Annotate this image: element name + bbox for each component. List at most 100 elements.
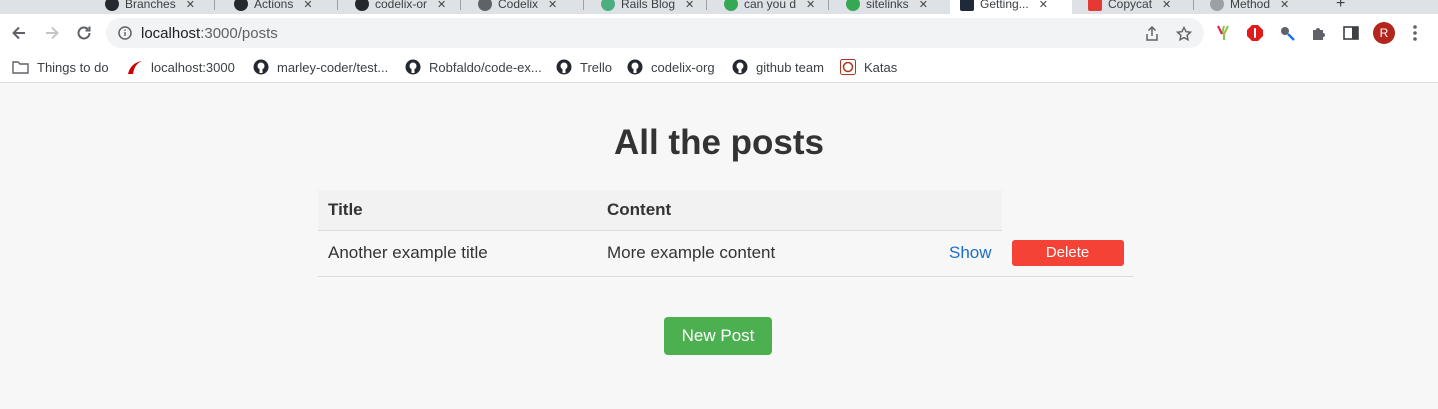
new-tab-button[interactable]: + bbox=[1326, 0, 1355, 14]
bookmark-label: Katas bbox=[864, 59, 898, 75]
github-icon bbox=[405, 59, 421, 75]
bookmark-label: github team bbox=[756, 59, 824, 75]
close-icon[interactable]: ✕ bbox=[437, 0, 446, 11]
extension-icon[interactable] bbox=[1213, 23, 1233, 43]
bookmark-label: Things to do bbox=[37, 59, 109, 75]
plus-icon: + bbox=[1336, 0, 1346, 12]
tab-actions[interactable]: Actions ✕ bbox=[224, 0, 323, 14]
folder-icon bbox=[12, 61, 29, 74]
new-post-button[interactable]: New Post bbox=[664, 317, 772, 355]
url-text: localhost:3000/posts bbox=[141, 25, 278, 42]
column-header-content: Content bbox=[597, 190, 887, 231]
bookmark-katas[interactable]: Katas bbox=[840, 56, 897, 78]
show-cell: Show bbox=[887, 230, 1002, 277]
delete-cell: Delete bbox=[1001, 230, 1134, 277]
chatgpt-icon bbox=[846, 0, 860, 11]
copycat-icon bbox=[1088, 0, 1102, 11]
bookmark-github-team[interactable]: github team bbox=[732, 56, 824, 78]
bookmark-label: Trello bbox=[580, 59, 613, 75]
tab-branches[interactable]: Branches ✕ bbox=[95, 0, 205, 14]
forward-button[interactable] bbox=[39, 20, 65, 46]
bookmark-robfaldo[interactable]: Robfaldo/code-ex... bbox=[405, 56, 542, 78]
tab-sitelinks[interactable]: sitelinks ✕ bbox=[836, 0, 938, 14]
tab-codelix-org[interactable]: codelix-or ✕ bbox=[345, 0, 456, 14]
tab-method[interactable]: Method ✕ bbox=[1200, 0, 1299, 14]
share-icon[interactable] bbox=[1142, 24, 1162, 44]
info-icon[interactable] bbox=[118, 26, 132, 45]
close-icon[interactable]: ✕ bbox=[806, 0, 815, 11]
bookmark-label: codelix-org bbox=[651, 59, 715, 75]
column-header-empty bbox=[887, 190, 1002, 231]
posts-table: Title Content Another example title More… bbox=[318, 190, 1134, 277]
tab-label: sitelinks bbox=[866, 0, 909, 11]
tab-copycat[interactable]: Copycat ✕ bbox=[1078, 0, 1181, 14]
tab-label: Getting... bbox=[980, 0, 1029, 11]
table-header-row: Title Content bbox=[318, 190, 1134, 231]
tab-label: can you d bbox=[744, 0, 797, 11]
tab-label: Copycat bbox=[1108, 0, 1153, 11]
column-header-title: Title bbox=[318, 190, 597, 231]
tab-label: Codelix bbox=[498, 0, 539, 11]
close-icon[interactable]: ✕ bbox=[1280, 0, 1289, 11]
github-icon bbox=[627, 59, 643, 75]
bookmark-marley-coder[interactable]: marley-coder/test... bbox=[253, 56, 388, 78]
reload-button[interactable] bbox=[71, 20, 97, 46]
tab-label: Method bbox=[1230, 0, 1271, 11]
bookmark-codelix-org[interactable]: codelix-org bbox=[627, 56, 715, 78]
address-bar[interactable]: localhost:3000/posts bbox=[106, 18, 1204, 48]
github-icon bbox=[355, 0, 369, 11]
arrow-left-icon bbox=[12, 26, 25, 40]
bookmark-localhost[interactable]: localhost:3000 bbox=[127, 56, 235, 78]
tab-label: codelix-or bbox=[375, 0, 428, 11]
github-icon bbox=[105, 0, 119, 11]
bookmark-label: marley-coder/test... bbox=[277, 59, 389, 75]
bookmark-star-icon[interactable] bbox=[1174, 24, 1194, 44]
close-icon[interactable]: ✕ bbox=[303, 0, 312, 11]
bookmarks-bar: Things to do localhost:3000 marley-coder… bbox=[0, 52, 1438, 83]
profile-avatar[interactable]: R bbox=[1373, 22, 1395, 44]
close-icon[interactable]: ✕ bbox=[1162, 0, 1171, 11]
column-header-empty bbox=[1001, 190, 1134, 230]
tab-codelix[interactable]: Codelix ✕ bbox=[468, 0, 567, 14]
close-icon[interactable]: ✕ bbox=[1039, 0, 1048, 11]
browser-toolbar: localhost:3000/posts R bbox=[0, 14, 1438, 52]
app-icon bbox=[960, 0, 974, 11]
tab-can-you[interactable]: can you d ✕ bbox=[714, 0, 825, 14]
satellite-icon[interactable] bbox=[1277, 23, 1297, 43]
back-button[interactable] bbox=[6, 20, 32, 46]
tab-active[interactable]: Getting... ✕ bbox=[950, 0, 1072, 14]
bookmark-label: localhost:3000 bbox=[151, 59, 235, 75]
github-icon bbox=[234, 0, 248, 11]
tab-label: Actions bbox=[254, 0, 294, 11]
menu-icon[interactable] bbox=[1405, 23, 1425, 43]
delete-button[interactable]: Delete bbox=[1011, 239, 1124, 266]
tab-label: Rails Blog bbox=[621, 0, 676, 11]
github-icon bbox=[732, 59, 748, 75]
rails-icon bbox=[128, 61, 142, 74]
close-icon[interactable]: ✕ bbox=[548, 0, 557, 11]
rails-blog-icon bbox=[601, 0, 615, 11]
github-icon bbox=[556, 59, 572, 75]
bookmark-trello[interactable]: Trello bbox=[556, 56, 612, 78]
side-panel-icon[interactable] bbox=[1341, 23, 1361, 43]
tab-rails-blog[interactable]: Rails Blog ✕ bbox=[591, 0, 704, 14]
method-icon bbox=[1210, 0, 1224, 11]
reload-icon bbox=[77, 26, 91, 40]
chatgpt-icon bbox=[724, 0, 738, 11]
page-title: All the posts bbox=[613, 123, 825, 162]
bookmark-label: Robfaldo/code-ex... bbox=[429, 59, 542, 75]
show-link[interactable]: Show bbox=[949, 243, 992, 262]
codewars-icon bbox=[840, 59, 856, 75]
close-icon[interactable]: ✕ bbox=[919, 0, 928, 11]
adblock-icon[interactable] bbox=[1245, 23, 1265, 43]
bookmark-things-to-do[interactable]: Things to do bbox=[12, 56, 109, 78]
codelix-icon bbox=[478, 0, 492, 11]
close-icon[interactable]: ✕ bbox=[685, 0, 694, 11]
puzzle-icon[interactable] bbox=[1309, 23, 1329, 43]
post-title-cell: Another example title bbox=[318, 230, 597, 277]
github-icon bbox=[253, 59, 269, 75]
tab-strip: Branches ✕ Actions ✕ codelix-or ✕ Codeli… bbox=[0, 0, 1438, 14]
tab-label: Branches bbox=[125, 0, 176, 11]
close-icon[interactable]: ✕ bbox=[186, 0, 195, 11]
table-row: Another example title More example conte… bbox=[318, 230, 1134, 277]
